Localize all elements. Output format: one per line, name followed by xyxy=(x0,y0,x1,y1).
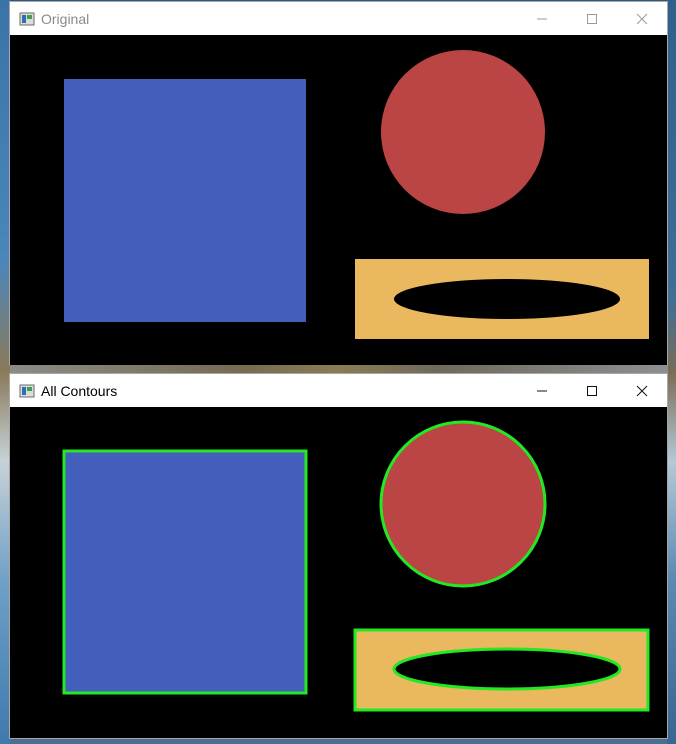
opencv-window-icon xyxy=(19,12,35,25)
image-canvas xyxy=(10,407,667,738)
close-icon xyxy=(636,385,648,396)
opencv-window-icon xyxy=(19,384,35,397)
close-icon xyxy=(636,13,648,24)
window-controls xyxy=(517,374,667,407)
titlebar[interactable]: Original xyxy=(10,2,667,35)
desktop-background-right xyxy=(667,0,676,744)
minimize-button[interactable] xyxy=(517,2,567,35)
black-ellipse xyxy=(394,279,620,319)
image-canvas xyxy=(10,35,667,365)
titlebar[interactable]: All Contours xyxy=(10,374,667,407)
maximize-button[interactable] xyxy=(567,374,617,407)
window-title: Original xyxy=(41,10,90,27)
maximize-icon xyxy=(587,13,597,24)
minimize-icon xyxy=(537,18,547,19)
blue-square xyxy=(64,79,306,322)
maximize-icon xyxy=(587,385,597,396)
minimize-button[interactable] xyxy=(517,374,567,407)
window-controls xyxy=(517,2,667,35)
blue-square-contour xyxy=(62,449,308,695)
close-button[interactable] xyxy=(617,374,667,407)
red-circle xyxy=(381,50,545,214)
original-window[interactable]: Original xyxy=(9,1,668,365)
red-circle-contour xyxy=(379,420,547,588)
all-contours-window[interactable]: All Contours xyxy=(9,373,668,739)
close-button[interactable] xyxy=(617,2,667,35)
maximize-button[interactable] xyxy=(567,2,617,35)
minimize-icon xyxy=(537,390,547,391)
black-ellipse-contour xyxy=(392,647,622,691)
original-image xyxy=(64,50,649,339)
contours-image xyxy=(62,420,650,712)
window-title: All Contours xyxy=(41,382,118,399)
